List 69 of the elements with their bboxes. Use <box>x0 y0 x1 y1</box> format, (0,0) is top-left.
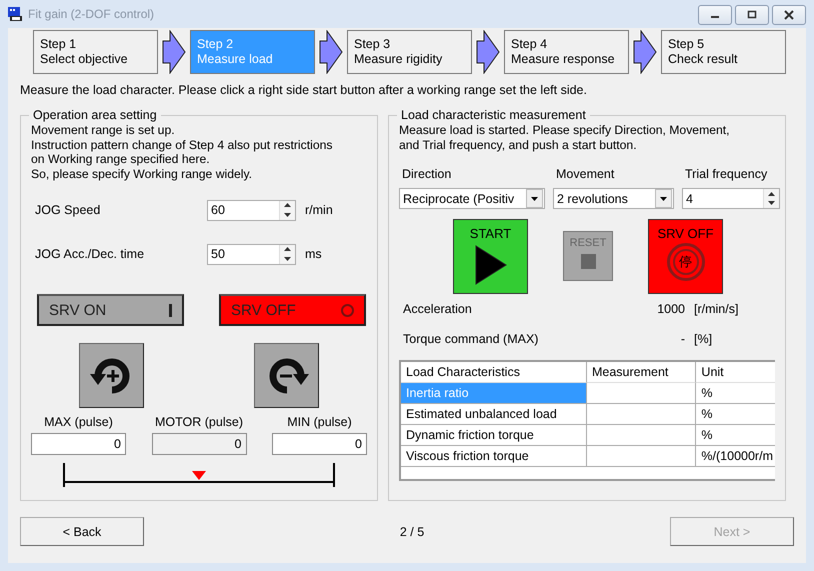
column-header[interactable]: Unit <box>696 362 775 383</box>
play-icon <box>474 244 506 284</box>
up-arrow-icon[interactable] <box>284 247 291 252</box>
unit-label: ms <box>305 247 322 261</box>
step-arrow-icon <box>162 30 186 74</box>
position-label: MOTOR (pulse) <box>155 415 243 429</box>
movement-dropdown[interactable]: 2 revolutions <box>553 188 674 209</box>
start-button[interactable]: START <box>453 218 528 294</box>
setting-label: JOG Speed <box>34 203 102 217</box>
up-arrow-icon[interactable] <box>284 203 291 208</box>
spin-field[interactable]: 50 <box>207 244 296 264</box>
servo-off-button[interactable]: SRV OFF <box>219 294 366 326</box>
minimize-button[interactable] <box>698 5 732 25</box>
description-text: Measure load is started. Please specify Direction, Movement, and Trial frequency, and push a start button. <box>399 123 731 152</box>
down-arrow-icon[interactable] <box>768 201 775 206</box>
jog-reverse-button[interactable] <box>254 343 319 408</box>
table-cell: % <box>696 404 775 425</box>
page-indicator: 2 / 5 <box>400 524 424 538</box>
app-icon <box>7 6 23 22</box>
reading-unit: [r/min/s] <box>694 302 738 316</box>
wizard-step[interactable]: Step 4 Measure response <box>504 30 629 74</box>
wizard-step[interactable]: Step 5 Check result <box>661 30 786 74</box>
jog-forward-button[interactable] <box>79 343 144 408</box>
dropdown-arrow-icon <box>660 196 667 200</box>
position-field[interactable]: 0 <box>31 433 126 455</box>
wizard-step[interactable]: Step 1 Select objective <box>33 30 158 74</box>
window-title: Fit gain (2-DOF control) <box>28 7 156 21</box>
up-arrow-icon[interactable] <box>768 192 775 196</box>
direction-label: Direction <box>401 167 452 181</box>
dropdown-arrow-icon <box>531 196 538 200</box>
spin-field[interactable]: 60 <box>207 200 296 220</box>
group-title: Operation area setting <box>29 108 161 122</box>
servo-on-button[interactable]: SRV ON <box>37 294 184 326</box>
reading-label: Acceleration <box>402 302 473 316</box>
step-arrow-icon <box>319 30 343 74</box>
reading-value: 1000 <box>656 302 685 316</box>
table-cell: % <box>696 383 775 404</box>
direction-dropdown[interactable]: Reciprocate (Positiv <box>399 188 545 209</box>
setting-label: JOG Acc./Dec. time <box>34 247 146 261</box>
reading-label: Torque command (MAX) <box>402 332 540 346</box>
position-field[interactable]: 0 <box>272 433 367 455</box>
maximize-button[interactable] <box>735 5 769 25</box>
back-button[interactable]: < Back <box>20 517 144 546</box>
reading-unit: [%] <box>694 332 712 346</box>
group-title: Load characteristic measurement <box>397 108 590 122</box>
table-cell[interactable]: Viscous friction torque <box>401 446 587 467</box>
unit-label: r/min <box>305 203 333 217</box>
table-cell: % <box>696 425 775 446</box>
maximize-icon <box>747 10 757 20</box>
position-label: MAX (pulse) <box>44 415 113 429</box>
table-cell[interactable]: Estimated unbalanced load <box>401 404 587 425</box>
description-text: Movement range is set up. Instruction pattern change of Step 4 also put restrictions on Working range specified here. So, please specify Working range widely. <box>31 123 334 181</box>
trial-frequency-label: Trial frequency <box>684 167 768 181</box>
servo-off-button[interactable]: SRV OFF 停 <box>648 218 723 294</box>
step-arrow-icon <box>476 30 500 74</box>
table-cell: %/(10000r/m <box>696 446 775 467</box>
spin-field[interactable]: 4 <box>682 188 780 209</box>
column-header[interactable]: Measurement <box>586 362 696 383</box>
step-arrow-icon <box>633 30 657 74</box>
down-arrow-icon[interactable] <box>284 256 291 261</box>
wizard-step[interactable]: Step 3 Measure rigidity <box>347 30 472 74</box>
position-label: MIN (pulse) <box>287 415 352 429</box>
movement-label: Movement <box>555 167 616 181</box>
reading-value: - <box>680 332 685 346</box>
instruction-text: Measure the load character. Please click a right side start button after a working range set the left side. <box>20 83 588 97</box>
down-arrow-icon[interactable] <box>284 212 291 217</box>
close-button[interactable] <box>772 5 806 25</box>
table-cell[interactable]: Dynamic friction torque <box>401 425 587 446</box>
close-icon <box>784 10 794 20</box>
